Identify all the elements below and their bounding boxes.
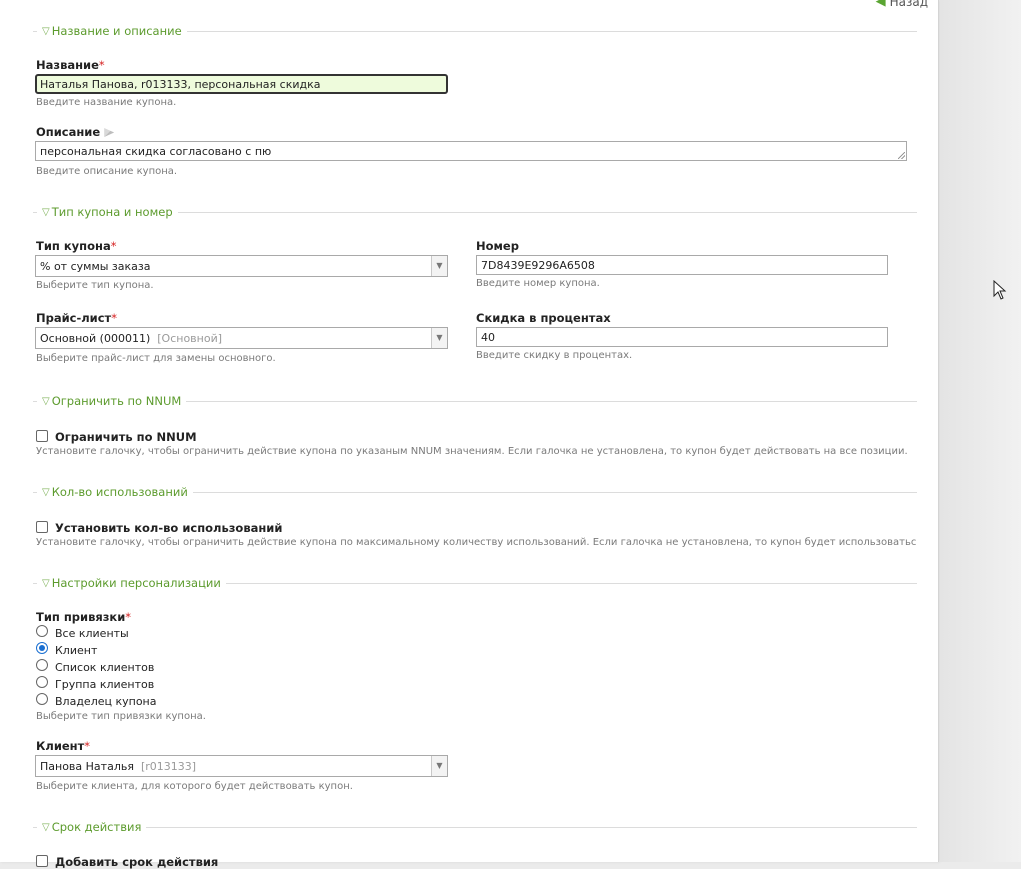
- number-input[interactable]: 7D8439E9296A6508: [476, 255, 888, 275]
- description-hint: Введите описание купона.: [36, 166, 178, 177]
- section-name-description[interactable]: ▽ Название и описание: [33, 24, 917, 38]
- collapse-triangle-icon: ▽: [42, 577, 50, 589]
- name-input[interactable]: Наталья Панова, r013133, персональная ск…: [35, 74, 448, 94]
- chevron-down-icon[interactable]: ▼: [431, 256, 447, 276]
- back-arrow-icon: ◀: [875, 0, 886, 9]
- required-marker: *: [84, 739, 91, 753]
- binding-option-label[interactable]: Все клиенты: [55, 627, 129, 640]
- nnum-limit-checkbox[interactable]: [36, 430, 48, 442]
- chevron-down-icon[interactable]: ▼: [431, 328, 447, 348]
- validity-checkbox[interactable]: [36, 855, 48, 867]
- collapse-triangle-icon: ▽: [42, 25, 50, 37]
- client-select[interactable]: Панова Наталья [r013133] ▼: [35, 755, 448, 777]
- collapse-triangle-icon: ▽: [42, 206, 50, 218]
- collapse-triangle-icon: ▽: [42, 486, 50, 498]
- name-label: Название*: [36, 58, 105, 72]
- required-marker: *: [111, 311, 117, 325]
- coupon-type-select[interactable]: % от суммы заказа ▼: [35, 255, 448, 277]
- required-marker: *: [98, 58, 105, 72]
- background-strip: [940, 0, 1021, 862]
- name-hint: Введите название купона.: [36, 97, 177, 108]
- section-title: Настройки персонализации: [51, 576, 221, 590]
- binding-hint: Выберите тип привязки купона.: [36, 711, 206, 722]
- client-label: Клиент*: [36, 739, 91, 753]
- nnum-limit-label[interactable]: Ограничить по NNUM: [55, 430, 197, 444]
- description-textarea[interactable]: персональная скидка согласовано с пю: [35, 141, 907, 161]
- price-list-label: Прайс-лист*: [36, 311, 117, 325]
- section-nnum[interactable]: ▽ Ограничить по NNUM: [33, 394, 917, 408]
- binding-option-label[interactable]: Список клиентов: [55, 661, 154, 674]
- expand-icon[interactable]: [104, 128, 115, 137]
- section-type-number[interactable]: ▽ Тип купона и номер: [33, 205, 917, 219]
- coupon-form-panel: ◀ Назад ▽ Название и описание Название* …: [0, 0, 939, 869]
- price-list-hint: Выберите прайс-лист для замены основного…: [36, 353, 276, 364]
- validity-label[interactable]: Добавить срок действия: [55, 855, 218, 869]
- description-label: Описание: [36, 125, 115, 139]
- back-link[interactable]: ◀ Назад: [876, 0, 928, 9]
- binding-radio-client-list[interactable]: [36, 659, 48, 671]
- mouse-cursor-icon: [993, 280, 1007, 300]
- required-marker: *: [125, 610, 132, 624]
- price-list-select[interactable]: Основной (000011) [Основной] ▼: [35, 327, 448, 349]
- usage-limit-hint: Установите галочку, чтобы ограничить дей…: [36, 537, 916, 548]
- section-title: Название и описание: [51, 24, 182, 38]
- usage-limit-label[interactable]: Установить кол-во использований: [55, 521, 282, 535]
- binding-label: Тип привязки*: [36, 610, 132, 624]
- required-marker: *: [110, 239, 117, 253]
- binding-radio-all[interactable]: [36, 625, 48, 637]
- nnum-limit-hint: Установите галочку, чтобы ограничить дей…: [36, 446, 908, 457]
- section-title: Тип купона и номер: [51, 205, 173, 219]
- client-hint: Выберите клиента, для которого будет дей…: [36, 781, 353, 792]
- section-usage[interactable]: ▽ Кол-во использований: [33, 485, 917, 499]
- chevron-down-icon[interactable]: ▼: [431, 756, 447, 776]
- binding-radio-owner[interactable]: [36, 693, 48, 705]
- discount-input[interactable]: 40: [476, 327, 888, 347]
- binding-option-label[interactable]: Клиент: [55, 644, 97, 657]
- discount-label: Скидка в процентах: [476, 311, 611, 325]
- coupon-type-hint: Выберите тип купона.: [36, 280, 154, 291]
- usage-limit-checkbox[interactable]: [36, 521, 48, 533]
- binding-radio-client[interactable]: [36, 642, 48, 654]
- binding-option-label[interactable]: Группа клиентов: [55, 678, 154, 691]
- collapse-triangle-icon: ▽: [42, 821, 50, 833]
- section-validity[interactable]: ▽ Срок действия: [33, 820, 917, 834]
- section-title: Кол-во использований: [51, 485, 188, 499]
- section-title: Срок действия: [51, 820, 142, 834]
- resize-grip-icon[interactable]: [898, 152, 905, 159]
- collapse-triangle-icon: ▽: [42, 395, 50, 407]
- coupon-type-label: Тип купона*: [36, 239, 117, 253]
- section-personalization[interactable]: ▽ Настройки персонализации: [33, 576, 917, 590]
- number-label: Номер: [476, 239, 519, 253]
- binding-option-label[interactable]: Владелец купона: [55, 695, 156, 708]
- number-hint: Введите номер купона.: [476, 278, 600, 289]
- back-label: Назад: [889, 0, 928, 9]
- discount-hint: Введите скидку в процентах.: [476, 350, 633, 361]
- binding-radio-client-group[interactable]: [36, 676, 48, 688]
- section-title: Ограничить по NNUM: [51, 394, 182, 408]
